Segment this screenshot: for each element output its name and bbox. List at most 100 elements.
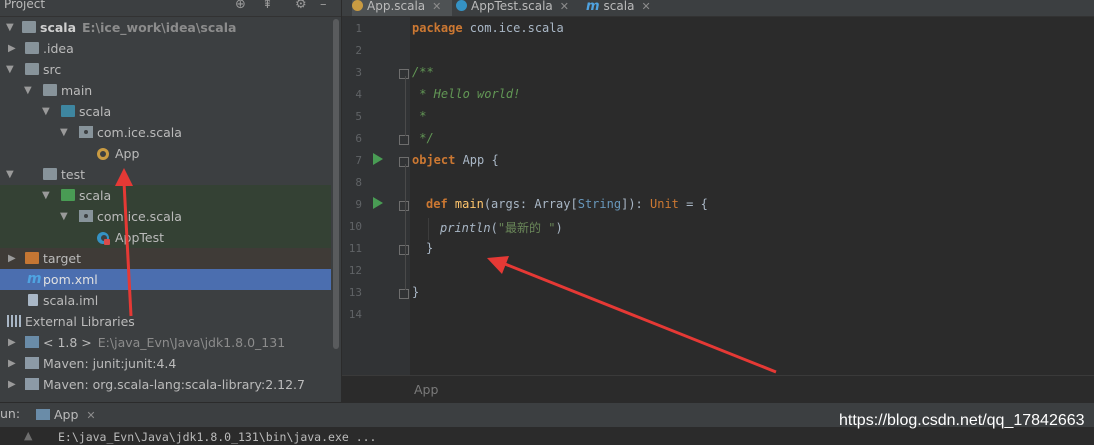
close-icon[interactable]: ✕ [432, 0, 441, 13]
close-icon[interactable]: ✕ [86, 409, 95, 422]
fold-marker-icon[interactable] [399, 135, 409, 145]
run-gutter-icon[interactable] [373, 197, 383, 209]
indent-guide [428, 218, 429, 240]
tree-item-target[interactable]: ▶ target [0, 248, 331, 269]
collapsed-arrow-icon[interactable]: ▶ [8, 38, 18, 59]
maven-library-icon [25, 357, 39, 369]
collapsed-arrow-icon[interactable]: ▶ [8, 248, 18, 269]
run-config-icon [36, 409, 50, 420]
tree-item-idea[interactable]: ▶ .idea [0, 38, 331, 59]
tree-item-label: External Libraries [25, 314, 135, 329]
scrollbar-thumb[interactable] [333, 19, 339, 349]
line-number: 7 [355, 154, 362, 167]
code-line: /** [412, 65, 434, 79]
tree-item-iml[interactable]: scala.iml [0, 290, 331, 311]
fold-marker-icon[interactable] [399, 245, 409, 255]
tab-apptest-scala[interactable]: AppTest.scala ✕ [456, 0, 576, 16]
expanded-arrow-icon[interactable]: ▼ [6, 59, 16, 80]
arrow-up-icon[interactable]: ▲ [24, 429, 32, 442]
tab-label: App.scala [367, 0, 426, 13]
line-number: 1 [355, 22, 362, 35]
line-number: 14 [348, 308, 362, 321]
line-number: 4 [355, 88, 362, 101]
code-line: println("最新的 ") [440, 221, 563, 235]
expanded-arrow-icon[interactable]: ▼ [60, 122, 70, 143]
fold-marker-icon[interactable] [399, 289, 409, 299]
close-icon[interactable]: ✕ [560, 0, 569, 13]
tree-item-scala-root[interactable]: ▼ scala E:\ice_work\idea\scala [0, 17, 331, 38]
tree-item-main-scala[interactable]: ▼ scala [0, 101, 331, 122]
expanded-arrow-icon[interactable]: ▼ [60, 206, 70, 227]
tree-item-junit[interactable]: ▶ Maven: junit:junit:4.4 [0, 353, 331, 374]
line-number: 8 [355, 176, 362, 189]
project-scrollbar[interactable] [331, 17, 341, 402]
run-gutter-icon[interactable] [373, 153, 383, 165]
collapsed-arrow-icon[interactable]: ▶ [8, 353, 18, 374]
expanded-arrow-icon[interactable]: ▼ [6, 164, 16, 185]
tree-item-external-libraries[interactable]: External Libraries [0, 311, 331, 332]
jdk-icon [25, 336, 39, 348]
scala-object-icon [352, 0, 363, 11]
expanded-arrow-icon[interactable]: ▼ [24, 80, 34, 101]
package-icon [79, 126, 93, 138]
tree-item-apptest[interactable]: AppTest [0, 227, 331, 248]
code-line: } [412, 285, 420, 299]
excluded-folder-icon [25, 252, 39, 264]
tree-item-pom[interactable]: m pom.xml [0, 269, 331, 290]
expanded-arrow-icon[interactable]: ▼ [42, 185, 52, 206]
breadcrumb-item[interactable]: App [414, 382, 438, 397]
run-tab-label: App [54, 407, 79, 422]
tree-item-label: scala E:\ice_work\idea\scala [40, 20, 237, 35]
project-panel-title[interactable]: Project [4, 0, 45, 11]
line-number: 13 [348, 286, 362, 299]
fold-marker-icon[interactable] [399, 69, 409, 79]
tree-item-test-scala[interactable]: ▼ scala [0, 185, 331, 206]
crosshair-icon[interactable]: ⊕ [235, 0, 246, 12]
tab-label: AppTest.scala [471, 0, 553, 13]
tree-item-test-package[interactable]: ▼ com.ice.scala [0, 206, 331, 227]
expanded-arrow-icon[interactable]: ▼ [6, 17, 16, 38]
tree-item-label: src [43, 62, 62, 77]
folder-icon [43, 168, 57, 180]
tree-item-label: Maven: junit:junit:4.4 [43, 356, 177, 371]
code-line: package com.ice.scala [412, 21, 564, 35]
tree-item-label: com.ice.scala [97, 125, 182, 140]
collapsed-arrow-icon[interactable]: ▶ [8, 374, 18, 395]
tab-app-scala[interactable]: App.scala ✕ [352, 0, 452, 16]
line-number: 10 [348, 220, 362, 233]
tab-scala-pom[interactable]: m scala ✕ [586, 0, 666, 16]
fold-guide [405, 164, 406, 290]
tree-item-label: scala [79, 188, 112, 203]
fold-marker-icon[interactable] [399, 157, 409, 167]
collapse-all-icon[interactable]: ⇞ [262, 0, 273, 12]
tree-item-label: pom.xml [43, 272, 98, 287]
tree-item-label: AppTest [115, 230, 165, 245]
tree-item-label: main [61, 83, 93, 98]
tree-item-scala-library[interactable]: ▶ Maven: org.scala-lang:scala-library:2.… [0, 374, 331, 395]
collapsed-arrow-icon[interactable]: ▶ [8, 332, 18, 353]
expanded-arrow-icon[interactable]: ▼ [42, 101, 52, 122]
code-line: def main(args: Array[String]): Unit = { [426, 197, 708, 211]
tree-item-label: target [43, 251, 82, 266]
breadcrumb: App [342, 375, 1094, 403]
gear-icon[interactable]: ⚙ [295, 0, 307, 12]
close-icon[interactable]: ✕ [641, 0, 650, 13]
tree-item-src[interactable]: ▼ src [0, 59, 331, 80]
folder-icon [25, 42, 39, 54]
libraries-icon [7, 315, 21, 327]
tree-item-main-package[interactable]: ▼ com.ice.scala [0, 122, 331, 143]
hide-icon[interactable]: – [320, 0, 327, 12]
tree-item-label: .idea [43, 41, 74, 56]
tree-item-test[interactable]: ▼ test [0, 164, 331, 185]
line-number: 9 [355, 198, 362, 211]
code-editor[interactable] [410, 17, 1094, 375]
fold-marker-icon[interactable] [399, 201, 409, 211]
scala-object-icon [97, 148, 109, 160]
tree-item-main[interactable]: ▼ main [0, 80, 331, 101]
run-tab-app[interactable]: App ✕ [36, 404, 96, 426]
tree-item-jdk[interactable]: ▶ < 1.8 > E:\java_Evn\Java\jdk1.8.0_131 [0, 332, 331, 353]
fold-guide [405, 76, 406, 136]
watermark: https://blog.csdn.net/qq_17842663 [839, 412, 1085, 429]
run-panel-label: un: [0, 406, 21, 421]
tree-item-app[interactable]: App [0, 143, 331, 164]
